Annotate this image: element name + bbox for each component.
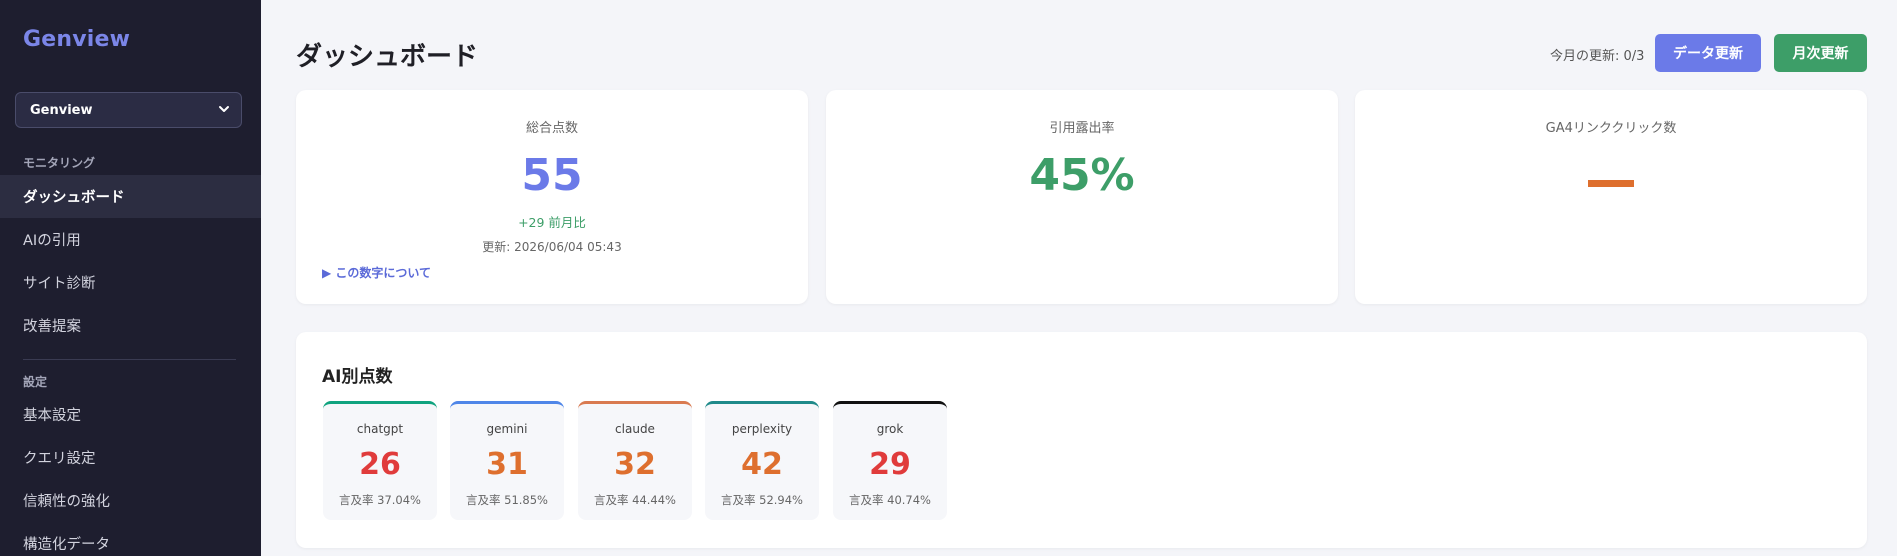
ai-score-card-grok[interactable]: grok 29 言及率 40.74% xyxy=(833,401,947,520)
ai-scores-panel: AI別点数 chatgpt 26 言及率 37.04% gemini 31 言及… xyxy=(296,332,1867,548)
project-select-value: Genview xyxy=(30,102,93,118)
sidebar-item-structured-data[interactable]: 構造化データ xyxy=(0,522,261,556)
ai-score: 31 xyxy=(486,447,528,482)
sidebar-item-site-diagnosis[interactable]: サイト診断 xyxy=(0,261,261,304)
ai-scores-title: AI別点数 xyxy=(322,367,393,387)
ai-score-card-claude[interactable]: claude 32 言及率 44.44% xyxy=(578,401,692,520)
nav-section-settings: 設定 xyxy=(23,375,48,389)
brand-logo[interactable]: Genview xyxy=(23,27,130,52)
sidebar-item-ai-citations[interactable]: AIの引用 xyxy=(0,218,261,261)
sidebar-item-basic-settings[interactable]: 基本設定 xyxy=(0,393,261,436)
last-updated: 更新: 2026/06/04 05:43 xyxy=(482,240,622,254)
total-score-card: 総合点数 55 +29 前月比 更新: 2026/06/04 05:43 ▶ こ… xyxy=(296,90,808,304)
ai-name: claude xyxy=(615,422,655,436)
score-delta: +29 前月比 xyxy=(518,215,586,230)
sidebar: Genview Genview モニタリング ダッシュボード AIの引用 サイト… xyxy=(0,0,261,556)
ai-score: 32 xyxy=(614,447,656,482)
ai-score: 42 xyxy=(741,447,783,482)
ai-name: gemini xyxy=(486,422,528,436)
ai-mention-rate: 言及率 37.04% xyxy=(338,493,421,507)
chevron-down-icon xyxy=(219,106,229,112)
ai-score-card-gemini[interactable]: gemini 31 言及率 51.85% xyxy=(450,401,564,520)
nav-divider xyxy=(23,359,236,360)
ai-mention-rate: 言及率 40.74% xyxy=(848,493,931,507)
sidebar-item-dashboard[interactable]: ダッシュボード xyxy=(0,175,261,218)
page-title: ダッシュボード xyxy=(296,42,479,72)
project-select[interactable]: Genview xyxy=(15,92,242,128)
ai-mention-rate: 言及率 51.85% xyxy=(465,493,548,507)
sidebar-item-query-settings[interactable]: クエリ設定 xyxy=(0,436,261,479)
ai-name: grok xyxy=(876,422,904,436)
metric-label: 総合点数 xyxy=(525,121,578,136)
monthly-update-button[interactable]: 月次更新 xyxy=(1774,34,1867,72)
monthly-update-count: 今月の更新: 0/3 xyxy=(1550,49,1645,64)
sidebar-item-trust[interactable]: 信頼性の強化 xyxy=(0,479,261,522)
sidebar-item-improvements[interactable]: 改善提案 xyxy=(0,304,261,347)
ai-mention-rate: 言及率 52.94% xyxy=(720,493,803,507)
no-data-dash xyxy=(1588,180,1634,187)
about-number-link[interactable]: ▶ この数字について xyxy=(322,264,431,281)
ai-score: 29 xyxy=(869,447,911,482)
ai-name: chatgpt xyxy=(356,422,404,436)
ai-score-card-perplexity[interactable]: perplexity 42 言及率 52.94% xyxy=(705,401,819,520)
ai-score: 26 xyxy=(359,447,401,482)
nav-section-monitoring: モニタリング xyxy=(23,156,96,170)
data-refresh-button[interactable]: データ更新 xyxy=(1655,34,1761,72)
metric-label: 引用露出率 xyxy=(1049,121,1115,136)
metric-label: GA4リンククリック数 xyxy=(1545,121,1677,136)
citation-rate-value: 45% xyxy=(1029,150,1135,201)
ai-score-card-chatgpt[interactable]: chatgpt 26 言及率 37.04% xyxy=(323,401,437,520)
ai-mention-rate: 言及率 44.44% xyxy=(593,493,676,507)
total-score-value: 55 xyxy=(521,150,583,201)
citation-rate-card: 引用露出率 45% xyxy=(826,90,1338,304)
ga4-clicks-card: GA4リンククリック数 xyxy=(1355,90,1867,304)
ai-name: perplexity xyxy=(731,422,793,436)
